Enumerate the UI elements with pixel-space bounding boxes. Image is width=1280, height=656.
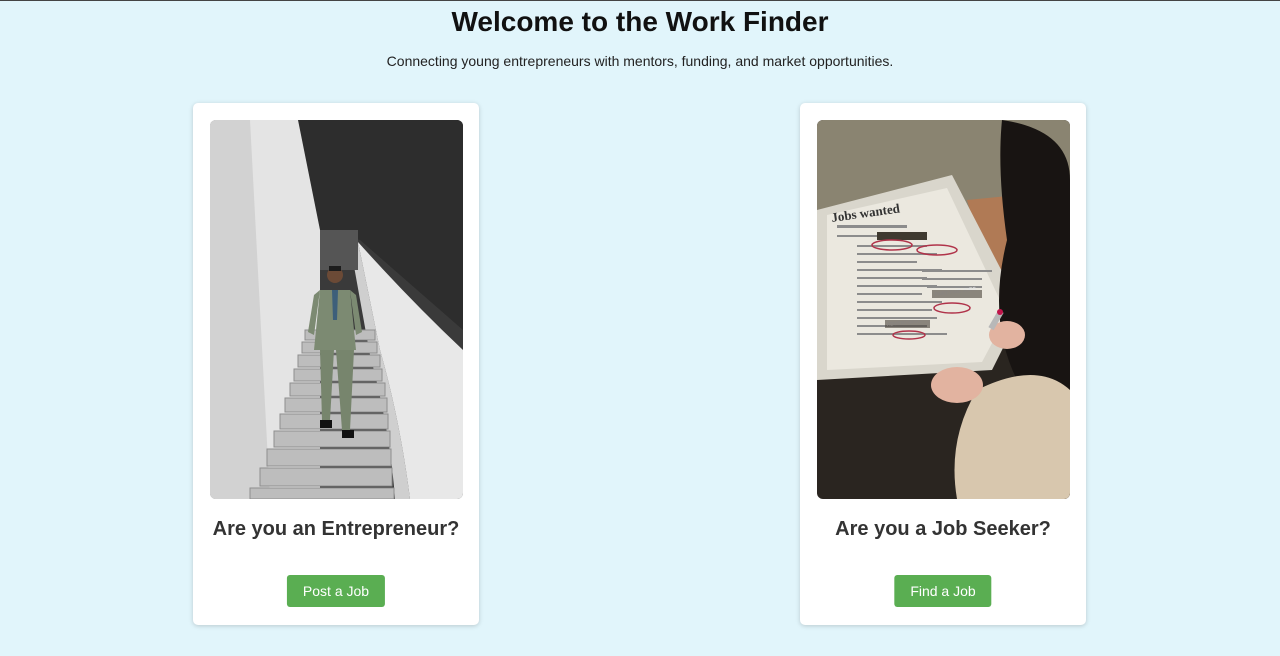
entrepreneur-card: Are you an Entrepreneur? Post a Job	[193, 103, 479, 625]
job-seeker-photo: Jobs wanted PART-TIME JOBS ADVERTISING	[817, 120, 1070, 499]
find-job-button[interactable]: Find a Job	[894, 575, 992, 607]
page-title: Welcome to the Work Finder	[451, 6, 829, 37]
entrepreneur-heading: Are you an Entrepreneur?	[212, 518, 460, 540]
job-seeker-card: Jobs wanted PART-TIME JOBS ADVERTISING A…	[800, 103, 1086, 625]
job-seeker-heading: Are you a Job Seeker?	[835, 518, 1051, 540]
page-subtitle: Connecting young entrepreneurs with ment…	[386, 53, 894, 69]
entrepreneur-photo	[210, 120, 463, 499]
post-job-button[interactable]: Post a Job	[286, 575, 386, 607]
